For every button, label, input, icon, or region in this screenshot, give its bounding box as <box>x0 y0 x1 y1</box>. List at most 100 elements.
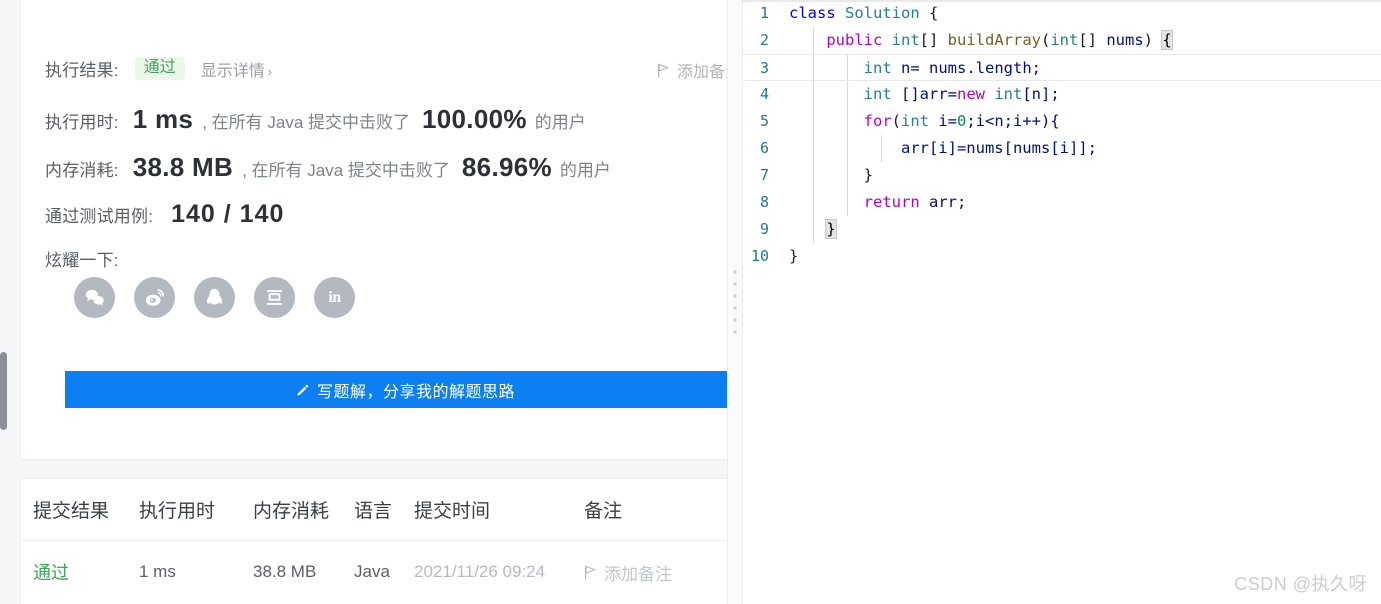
code-editor[interactable]: 1 class Solution {2 public int[] buildArr… <box>743 0 1381 604</box>
indent-guide <box>813 189 814 216</box>
memory-row: 内存消耗: 38.8 MB , 在所有 Java 提交中击败了 86.96% 的… <box>45 152 611 183</box>
app-root: 执行结果: 通过 显示详情 › 执行用时: 1 ms , 在所有 Java 提交中… <box>0 0 1381 604</box>
indent-guide <box>847 55 848 80</box>
table-row[interactable]: 通过 1 ms 38.8 MB Java 2021/11/26 09:24 添加… <box>21 541 741 603</box>
execution-result-label: 执行结果: <box>45 61 119 80</box>
line-number: 10 <box>750 247 769 265</box>
cell-memory: 38.8 MB <box>253 562 317 581</box>
pane-splitter-handle[interactable] <box>727 0 743 604</box>
result-card: 执行结果: 通过 显示详情 › 执行用时: 1 ms , 在所有 Java 提交中… <box>20 0 742 460</box>
code-line[interactable]: 7 } <box>743 162 1381 189</box>
code-line[interactable]: 3 int n= nums.length; <box>743 54 1381 81</box>
cell-add-note-label: 添加备注 <box>604 564 672 584</box>
code-token: int <box>901 112 929 130</box>
wechat-icon[interactable] <box>74 277 115 318</box>
indent-guide <box>813 216 814 243</box>
code-token: int <box>891 31 920 49</box>
testcase-value: 140 / 140 <box>171 200 285 228</box>
runtime-mid-text: , 在所有 Java 提交中击败了 <box>202 113 411 132</box>
code-token: return <box>863 193 920 211</box>
memory-percentile: 86.96% <box>461 152 552 182</box>
line-number: 4 <box>759 85 769 103</box>
code-text: return arr; <box>789 193 967 211</box>
indent-guide <box>847 189 848 216</box>
testcase-label: 通过测试用例: <box>45 207 154 226</box>
code-line[interactable]: 9 } <box>743 216 1381 243</box>
grip-dot <box>733 330 737 334</box>
memory-value: 38.8 MB <box>132 152 234 182</box>
indent-guide <box>847 135 848 162</box>
share-label: 炫耀一下: <box>45 251 119 270</box>
douban-icon[interactable] <box>254 277 295 318</box>
code-token: ; <box>956 193 967 211</box>
grip-dot <box>733 282 737 286</box>
code-token: int <box>1050 31 1079 49</box>
show-detail-label: 显示详情 <box>200 62 265 80</box>
code-text: public int[] buildArray(int[] nums) { <box>789 30 1173 50</box>
column-header-result: 提交结果 <box>33 501 110 522</box>
memory-mid-text: , 在所有 Java 提交中击败了 <box>242 161 450 180</box>
runtime-tail-text: 的用户 <box>534 113 586 132</box>
grip-dot <box>733 318 737 322</box>
code-text: arr[i]=nums[nums[i]]; <box>789 139 1097 157</box>
indent-guide <box>813 55 814 80</box>
column-header-time: 提交时间 <box>414 501 491 522</box>
code-editor-content[interactable]: 1 class Solution {2 public int[] buildArr… <box>743 0 1381 270</box>
cell-add-note[interactable]: 添加备注 <box>584 560 704 585</box>
code-token: for <box>863 112 892 130</box>
qq-icon[interactable] <box>194 277 235 318</box>
weibo-icon[interactable] <box>134 277 175 318</box>
left-scrollbar-thumb[interactable] <box>0 352 7 430</box>
write-solution-button[interactable]: 写题解，分享我的解题思路 <box>65 371 742 408</box>
flag-icon <box>584 565 597 580</box>
memory-tail-text: 的用户 <box>559 161 611 180</box>
indent-guide <box>847 81 848 108</box>
indent-guide <box>813 135 814 162</box>
linkedin-icon[interactable]: in <box>314 277 355 318</box>
column-header-runtime: 执行用时 <box>139 501 216 522</box>
code-token: class <box>789 4 836 22</box>
code-token: Solution <box>845 4 920 22</box>
runtime-percentile: 100.00% <box>422 104 527 134</box>
code-line[interactable]: 6 arr[i]=nums[nums[i]]; <box>743 135 1381 162</box>
code-text: for(int i=0;i<n;i++){ <box>789 112 1060 130</box>
code-line[interactable]: 5 for(int i=0;i<n;i++){ <box>743 108 1381 135</box>
code-token: } <box>825 219 837 239</box>
code-token: public <box>826 31 883 49</box>
code-token: 0 <box>957 112 967 130</box>
grip-dot <box>733 270 737 274</box>
pencil-icon <box>296 383 310 397</box>
cell-time: 2021/11/26 09:24 <box>414 562 546 581</box>
table-header-row: 提交结果 执行用时 内存消耗 语言 提交时间 备注 <box>21 479 741 541</box>
code-token: new <box>956 85 985 103</box>
cell-runtime: 1 ms <box>139 562 176 581</box>
code-token: ; <box>1031 59 1041 77</box>
column-header-memory: 内存消耗 <box>253 501 330 522</box>
code-line[interactable]: 10} <box>743 243 1381 270</box>
show-detail-link[interactable]: 显示详情 › <box>201 57 272 81</box>
line-number: 8 <box>759 193 769 211</box>
code-line[interactable]: 4 int []arr=new int[n]; <box>743 81 1381 108</box>
code-text: } <box>789 247 798 265</box>
code-line[interactable]: 2 public int[] buildArray(int[] nums) { <box>743 27 1381 54</box>
code-line[interactable]: 1 class Solution { <box>743 0 1381 27</box>
indent-guide <box>813 162 814 189</box>
runtime-row: 执行用时: 1 ms , 在所有 Java 提交中击败了 100.00% 的用户 <box>45 104 586 135</box>
code-token: ;i<n;i++){ <box>966 112 1060 130</box>
code-token: []arr= <box>891 85 957 103</box>
indent-guide <box>881 135 882 162</box>
code-line[interactable]: 8 return arr; <box>743 189 1381 216</box>
flag-icon <box>657 63 670 78</box>
line-number: 7 <box>759 166 769 184</box>
code-token: int <box>994 85 1023 103</box>
submissions-table: 提交结果 执行用时 内存消耗 语言 提交时间 备注 通过 1 ms 38.8 M… <box>20 478 742 604</box>
code-token: [] <box>919 31 948 49</box>
code-token: } <box>789 166 873 184</box>
line-number: 3 <box>759 59 769 77</box>
